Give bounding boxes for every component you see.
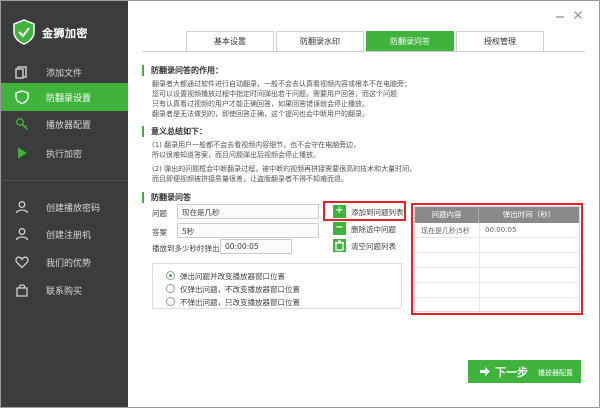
question-input[interactable]: 现在是几秒 [177,204,319,219]
sidebar-item-label: 创建播放密码 [46,204,101,214]
trash-icon [335,240,344,251]
heart-icon [15,256,29,269]
tab-authorization-management[interactable]: 授权管理 [456,31,544,51]
sidebar: 金狮加密 添加文件 防翻录设置 播放器配置 执行加密 创建播放密码 创建注册机 … [1,1,128,407]
tab-anti-record-qa[interactable]: 防翻录问答 [366,31,454,51]
add-question-button[interactable]: + [333,205,346,218]
tab-anti-record-watermark[interactable]: 防翻录水印 [276,31,364,51]
logo-shield-icon [13,19,35,45]
table-row[interactable] [415,268,579,283]
tab-basic-settings[interactable]: 基本设置 [186,31,274,51]
sidebar-item-player-config[interactable]: 播放器配置 [1,110,128,138]
sidebar-item-create-play-password[interactable]: 创建播放密码 [1,193,128,221]
popup-time-label: 播放到多少秒时弹出 [152,244,220,253]
table-header: 问题内容 弹出时间（秒） [415,207,579,223]
question-table[interactable]: 问题内容 弹出时间（秒） 现在是几秒|5秒 00:00:05 [414,206,580,312]
sidebar-item-create-keygen[interactable]: 创建注册机 [1,220,128,248]
section-purpose-title: 防翻录问答的作用： [151,66,223,75]
user-icon [15,228,29,241]
sidebar-item-contact-purchase[interactable]: 联系购买 [1,276,128,304]
file-icon [15,66,27,79]
play-icon [18,147,27,159]
table-row[interactable]: 现在是几秒|5秒 00:00:05 [415,223,579,238]
section-marker [142,192,144,203]
sidebar-item-label: 执行加密 [46,150,83,160]
sidebar-divider [1,180,128,181]
sidebar-item-label: 联系购买 [46,287,83,297]
radio-selected[interactable] [166,271,175,280]
add-question-label[interactable]: 添加到问题列表 [351,207,404,218]
next-step-button[interactable]: 下一步 播放器配置 [468,360,581,383]
app-title: 金狮加密 [42,27,88,40]
arrow-right-icon [480,367,490,376]
delete-question-label[interactable]: 删除选中问题 [351,224,396,235]
sidebar-item-label: 防翻录设置 [46,94,92,104]
answer-input[interactable]: 5秒 [177,223,319,238]
table-row[interactable] [415,238,579,253]
table-row[interactable] [415,253,579,268]
section-qa-title: 防翻录问答 [151,193,191,202]
sidebar-item-label: 播放器配置 [46,121,92,131]
app-logo: 金狮加密 [13,19,123,45]
section-marker [142,126,144,137]
clear-list-label[interactable]: 清空问题列表 [351,241,396,252]
sidebar-item-label: 我们的优势 [46,259,92,269]
question-label: 问题 [152,209,167,218]
sidebar-item-label: 添加文件 [46,69,83,79]
bag-icon [16,284,28,297]
tab-underline [142,51,585,52]
shield-icon [15,90,29,104]
clear-list-button[interactable] [333,239,346,252]
radio-unselected[interactable] [166,284,175,293]
sidebar-item-our-advantages[interactable]: 我们的优势 [1,248,128,276]
header-popup-time: 弹出时间（秒） [502,210,556,219]
table-row[interactable] [415,298,579,313]
section-purpose-text: 翻录者大都通过软件进行自动翻录，一般不会去认真看视频内容或根本不在电脑旁； 您可… [152,80,411,118]
minimize-icon[interactable] [554,9,566,21]
sidebar-item-add-file[interactable]: 添加文件 [1,58,128,86]
minus-icon: − [335,222,344,233]
next-step-sublabel: 播放器配置 [538,369,573,377]
radio-unselected[interactable] [166,297,175,306]
popup-time-input[interactable]: 00:00:05 [220,239,292,254]
section-summary-text: (1) 翻录用户一般都不会去看视频内容细节，也不会守在电脑旁边， 所以很难知道答… [152,141,417,183]
sidebar-item-label: 创建注册机 [46,231,92,241]
section-marker [142,65,144,76]
table-row[interactable] [415,283,579,298]
section-summary-title: 意义总结如下： [151,127,207,136]
answer-label: 答案 [152,228,167,237]
close-icon[interactable] [572,9,584,21]
app-window: 金狮加密 添加文件 防翻录设置 播放器配置 执行加密 创建播放密码 创建注册机 … [0,0,600,408]
header-question-content: 问题内容 [415,207,479,223]
sidebar-item-execute-encryption[interactable]: 执行加密 [1,139,128,167]
user-icon [15,201,29,214]
plus-icon: + [335,205,344,216]
delete-question-button[interactable]: − [333,222,346,235]
sidebar-item-anti-record-settings[interactable]: 防翻录设置 [1,83,128,111]
key-icon [16,118,29,131]
next-step-label: 下一步 [495,366,528,379]
